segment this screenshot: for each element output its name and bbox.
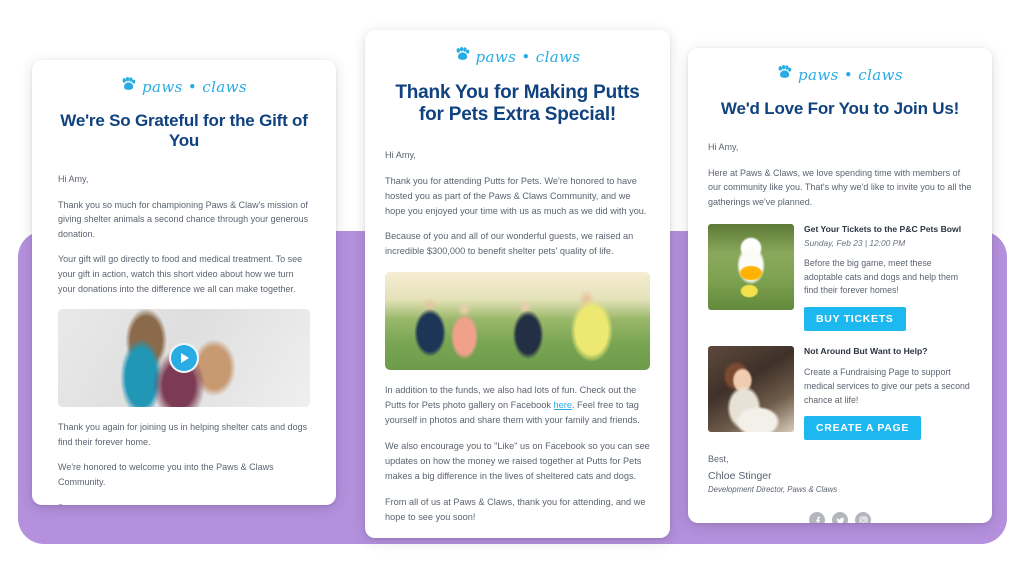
event-details: Get Your Tickets to the P&C Pets Bowl Su… <box>804 224 972 331</box>
event-title: Get Your Tickets to the P&C Pets Bowl <box>804 224 962 235</box>
video-thumbnail[interactable] <box>58 309 310 408</box>
signature-closing: Best, <box>58 503 310 505</box>
signature-closing: Best, <box>708 454 729 465</box>
brand-logo: paws • claws <box>708 48 972 84</box>
brand-logo-text: paws • claws <box>142 77 247 96</box>
email-card-invite: paws • claws We'd Love For You to Join U… <box>688 48 992 523</box>
golf-event-photo-image <box>385 272 650 371</box>
signature-title: Development Director, Paws & Claws <box>708 485 838 495</box>
photo-gallery-link[interactable]: here <box>554 400 572 410</box>
twitter-icon[interactable] <box>832 512 848 523</box>
brand-logo: paws • claws <box>385 30 650 66</box>
paragraph-5: From all of us at Paws & Claws, thank yo… <box>385 496 646 522</box>
white-dog-photo <box>708 224 794 311</box>
paragraph-3: In addition to the funds, we also had lo… <box>385 383 650 428</box>
page-title: We'd Love For You to Join Us! <box>720 99 960 118</box>
golf-event-photo <box>385 272 650 371</box>
signature-name: Chloe Stinger <box>708 470 772 483</box>
greeting: Hi Amy, <box>58 174 89 185</box>
paragraph-4: We're honored to welcome you into the Pa… <box>58 462 274 487</box>
signature: Best, Chloe Stinger Development Director… <box>58 503 310 505</box>
greeting: Hi Amy, <box>708 142 739 153</box>
brand-logo-text: paws • claws <box>798 65 903 84</box>
woman-laptop-photo-image <box>708 345 794 432</box>
event-details: Not Around But Want to Help? Create a Fu… <box>804 345 972 441</box>
brand-logo-text: paws • claws <box>475 47 581 66</box>
buy-tickets-button[interactable]: BUY TICKETS <box>804 306 906 331</box>
white-dog-photo-image <box>708 224 794 311</box>
page-title-line-1: Thank You for Making Putts <box>395 82 640 103</box>
paragraph-2: Because of you and all of our wonderful … <box>385 231 634 257</box>
event-description: Create a Fundraising Page to support med… <box>804 367 970 405</box>
page-title-line-2: for Pets Extra Special! <box>418 104 617 126</box>
paw-print-icon <box>121 77 136 96</box>
paragraph-1: Thank you for attending Putts for Pets. … <box>385 175 647 216</box>
woman-laptop-photo <box>708 345 794 432</box>
event-item: Get Your Tickets to the P&C Pets Bowl Su… <box>708 224 972 331</box>
social-links <box>708 512 972 523</box>
email-card-thankyou: paws • claws Thank You for Making Putts … <box>365 30 670 538</box>
paragraph-4: We also encourage you to "Like" us on Fa… <box>385 440 650 481</box>
create-a-page-button[interactable]: CREATE A PAGE <box>804 416 922 441</box>
email-card-gratitude: paws • claws We're So Grateful for the G… <box>32 60 336 505</box>
paragraph-3: Thank you again for joining us in helpin… <box>58 422 308 447</box>
event-date: Sunday, Feb 23 | 12:00 PM <box>804 237 906 248</box>
play-icon[interactable] <box>169 343 199 374</box>
event-title: Not Around But Want to Help? <box>804 345 928 356</box>
paragraph-1: Here at Paws & Claws, we love spending t… <box>708 167 972 207</box>
facebook-icon[interactable] <box>809 512 825 523</box>
paw-print-icon <box>777 65 792 84</box>
page-title: We're So Grateful for the Gift of You <box>60 111 308 151</box>
instagram-icon[interactable] <box>855 512 871 523</box>
paragraph-2: Your gift will go directly to food and m… <box>58 254 303 294</box>
greeting: Hi Amy, <box>385 149 416 160</box>
brand-logo: paws • claws <box>58 60 310 96</box>
event-item: Not Around But Want to Help? Create a Fu… <box>708 345 972 441</box>
signature: Best, Chloe Stinger Development Director… <box>708 454 972 494</box>
paw-print-icon <box>455 47 470 66</box>
event-description: Before the big game, meet these adoptabl… <box>804 257 959 296</box>
page-title: Thank You for Making Putts for Pets Extr… <box>393 82 642 127</box>
paragraph-1: Thank you so much for championing Paws &… <box>58 199 309 239</box>
